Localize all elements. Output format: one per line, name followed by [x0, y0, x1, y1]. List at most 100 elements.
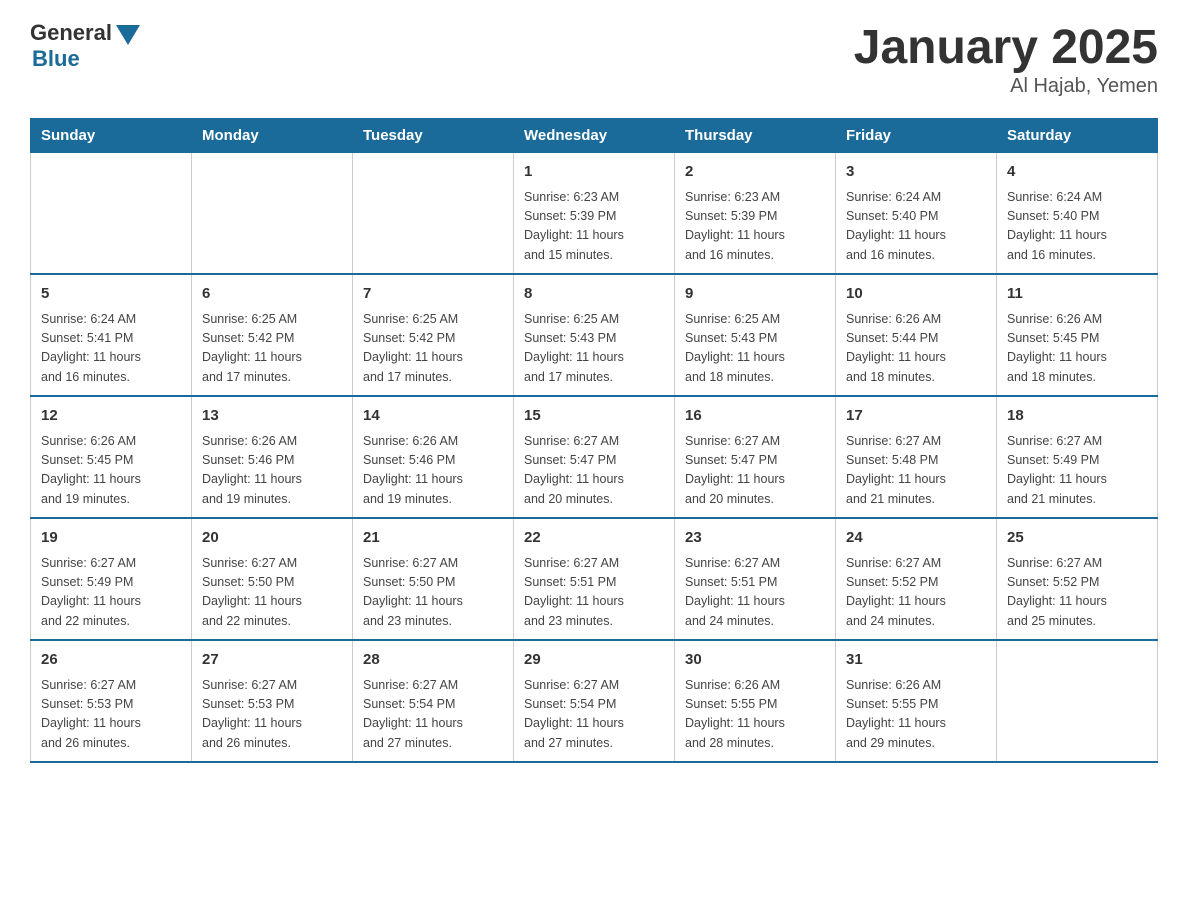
day-info: Sunrise: 6:27 AM Sunset: 5:47 PM Dayligh…	[524, 432, 664, 510]
day-info: Sunrise: 6:27 AM Sunset: 5:51 PM Dayligh…	[524, 554, 664, 632]
calendar-day-cell: 13Sunrise: 6:26 AM Sunset: 5:46 PM Dayli…	[192, 396, 353, 518]
calendar-week-row: 26 Sunrise: 6:27 AM Sunset: 5:53 PM Dayli…	[31, 640, 1158, 762]
day-number: 20	[202, 527, 342, 550]
calendar-day-cell: 30Sunrise: 6:26 AM Sunset: 5:55 PM Dayli…	[675, 640, 836, 762]
calendar-day-cell: 26Sunrise: 6:27 AM Sunset: 5:53 PM Dayli…	[31, 640, 192, 762]
calendar-day-cell: 25 Sunrise: 6:27 AM Sunset: 5:52 PM Dayli…	[997, 518, 1158, 640]
day-info: Sunrise: 6:27 AM Sunset: 5:50 PM Dayligh…	[363, 554, 503, 632]
day-number: 29	[524, 649, 664, 672]
day-info: Sunrise: 6:27 AM Sunset: 5:49 PM Dayligh…	[1007, 432, 1147, 510]
day-info: Sunrise: 6:27 AM Sunset: 5:53 PM Dayligh…	[202, 676, 342, 754]
day-number: 4	[1007, 161, 1147, 184]
day-number: 9	[685, 283, 825, 306]
calendar-day-cell: 20 Sunrise: 6:27 AM Sunset: 5:50 PM Dayli…	[192, 518, 353, 640]
logo-blue-text: Blue	[32, 46, 80, 72]
day-of-week-header: Wednesday	[514, 119, 675, 153]
calendar-day-cell: 14 Sunrise: 6:26 AM Sunset: 5:46 PM Dayli…	[353, 396, 514, 518]
calendar-day-cell: 6 Sunrise: 6:25 AM Sunset: 5:42 PM Daylig…	[192, 274, 353, 396]
calendar-day-cell: 10Sunrise: 6:26 AM Sunset: 5:44 PM Dayli…	[836, 274, 997, 396]
day-number: 16	[685, 405, 825, 428]
day-of-week-header: Saturday	[997, 119, 1158, 153]
day-info: Sunrise: 6:25 AM Sunset: 5:42 PM Dayligh…	[202, 310, 342, 388]
day-number: 25	[1007, 527, 1147, 550]
calendar-subtitle: Al Hajab, Yemen	[854, 75, 1158, 98]
calendar-day-cell: 11 Sunrise: 6:26 AM Sunset: 5:45 PM Dayli…	[997, 274, 1158, 396]
day-number: 19	[41, 527, 181, 550]
calendar-week-row: 12 Sunrise: 6:26 AM Sunset: 5:45 PM Dayli…	[31, 396, 1158, 518]
day-info: Sunrise: 6:27 AM Sunset: 5:49 PM Dayligh…	[41, 554, 181, 632]
day-info: Sunrise: 6:27 AM Sunset: 5:52 PM Dayligh…	[846, 554, 986, 632]
day-number: 26	[41, 649, 181, 672]
day-number: 24	[846, 527, 986, 550]
day-number: 17	[846, 405, 986, 428]
day-info: Sunrise: 6:27 AM Sunset: 5:51 PM Dayligh…	[685, 554, 825, 632]
logo-arrow-icon	[116, 25, 140, 45]
day-number: 14	[363, 405, 503, 428]
day-of-week-header: Tuesday	[353, 119, 514, 153]
calendar-day-cell: 29 Sunrise: 6:27 AM Sunset: 5:54 PM Dayli…	[514, 640, 675, 762]
calendar-week-row: 1 Sunrise: 6:23 AM Sunset: 5:39 PM Daylig…	[31, 153, 1158, 275]
day-number: 27	[202, 649, 342, 672]
day-number: 13	[202, 405, 342, 428]
day-info: Sunrise: 6:25 AM Sunset: 5:43 PM Dayligh…	[685, 310, 825, 388]
calendar-week-row: 19 Sunrise: 6:27 AM Sunset: 5:49 PM Dayli…	[31, 518, 1158, 640]
day-number: 22	[524, 527, 664, 550]
calendar-day-cell: 23 Sunrise: 6:27 AM Sunset: 5:51 PM Dayli…	[675, 518, 836, 640]
title-section: January 2025 Al Hajab, Yemen	[854, 20, 1158, 98]
calendar-header-row: SundayMondayTuesdayWednesdayThursdayFrid…	[31, 119, 1158, 153]
day-number: 7	[363, 283, 503, 306]
calendar-day-cell: 1 Sunrise: 6:23 AM Sunset: 5:39 PM Daylig…	[514, 153, 675, 275]
calendar-day-cell: 3 Sunrise: 6:24 AM Sunset: 5:40 PM Daylig…	[836, 153, 997, 275]
day-of-week-header: Thursday	[675, 119, 836, 153]
day-number: 11	[1007, 283, 1147, 306]
day-info: Sunrise: 6:27 AM Sunset: 5:50 PM Dayligh…	[202, 554, 342, 632]
calendar-day-cell: 22 Sunrise: 6:27 AM Sunset: 5:51 PM Dayli…	[514, 518, 675, 640]
calendar-day-cell: 9 Sunrise: 6:25 AM Sunset: 5:43 PM Daylig…	[675, 274, 836, 396]
calendar-day-cell	[353, 153, 514, 275]
day-number: 2	[685, 161, 825, 184]
day-info: Sunrise: 6:27 AM Sunset: 5:54 PM Dayligh…	[524, 676, 664, 754]
day-info: Sunrise: 6:25 AM Sunset: 5:42 PM Dayligh…	[363, 310, 503, 388]
day-number: 5	[41, 283, 181, 306]
calendar-table: SundayMondayTuesdayWednesdayThursdayFrid…	[30, 118, 1158, 763]
day-info: Sunrise: 6:27 AM Sunset: 5:47 PM Dayligh…	[685, 432, 825, 510]
day-info: Sunrise: 6:26 AM Sunset: 5:55 PM Dayligh…	[685, 676, 825, 754]
day-number: 3	[846, 161, 986, 184]
day-of-week-header: Sunday	[31, 119, 192, 153]
calendar-day-cell: 2 Sunrise: 6:23 AM Sunset: 5:39 PM Daylig…	[675, 153, 836, 275]
day-info: Sunrise: 6:25 AM Sunset: 5:43 PM Dayligh…	[524, 310, 664, 388]
day-info: Sunrise: 6:24 AM Sunset: 5:40 PM Dayligh…	[846, 188, 986, 266]
day-info: Sunrise: 6:27 AM Sunset: 5:54 PM Dayligh…	[363, 676, 503, 754]
day-of-week-header: Friday	[836, 119, 997, 153]
day-number: 18	[1007, 405, 1147, 428]
calendar-day-cell: 18 Sunrise: 6:27 AM Sunset: 5:49 PM Dayli…	[997, 396, 1158, 518]
calendar-title: January 2025	[854, 20, 1158, 75]
calendar-day-cell: 31Sunrise: 6:26 AM Sunset: 5:55 PM Dayli…	[836, 640, 997, 762]
day-number: 21	[363, 527, 503, 550]
day-info: Sunrise: 6:23 AM Sunset: 5:39 PM Dayligh…	[685, 188, 825, 266]
day-number: 1	[524, 161, 664, 184]
day-number: 6	[202, 283, 342, 306]
logo: General Blue	[30, 20, 140, 72]
calendar-day-cell: 16 Sunrise: 6:27 AM Sunset: 5:47 PM Dayli…	[675, 396, 836, 518]
day-info: Sunrise: 6:27 AM Sunset: 5:48 PM Dayligh…	[846, 432, 986, 510]
calendar-day-cell: 12 Sunrise: 6:26 AM Sunset: 5:45 PM Dayli…	[31, 396, 192, 518]
calendar-day-cell	[997, 640, 1158, 762]
day-info: Sunrise: 6:23 AM Sunset: 5:39 PM Dayligh…	[524, 188, 664, 266]
day-info: Sunrise: 6:27 AM Sunset: 5:52 PM Dayligh…	[1007, 554, 1147, 632]
day-info: Sunrise: 6:26 AM Sunset: 5:44 PM Dayligh…	[846, 310, 986, 388]
calendar-day-cell: 27 Sunrise: 6:27 AM Sunset: 5:53 PM Dayli…	[192, 640, 353, 762]
calendar-day-cell: 24 Sunrise: 6:27 AM Sunset: 5:52 PM Dayli…	[836, 518, 997, 640]
calendar-day-cell: 8Sunrise: 6:25 AM Sunset: 5:43 PM Daylig…	[514, 274, 675, 396]
day-number: 28	[363, 649, 503, 672]
day-info: Sunrise: 6:26 AM Sunset: 5:45 PM Dayligh…	[1007, 310, 1147, 388]
calendar-week-row: 5Sunrise: 6:24 AM Sunset: 5:41 PM Daylig…	[31, 274, 1158, 396]
day-info: Sunrise: 6:26 AM Sunset: 5:45 PM Dayligh…	[41, 432, 181, 510]
day-number: 31	[846, 649, 986, 672]
calendar-day-cell: 7 Sunrise: 6:25 AM Sunset: 5:42 PM Daylig…	[353, 274, 514, 396]
calendar-day-cell: 19 Sunrise: 6:27 AM Sunset: 5:49 PM Dayli…	[31, 518, 192, 640]
day-number: 23	[685, 527, 825, 550]
day-number: 12	[41, 405, 181, 428]
day-info: Sunrise: 6:26 AM Sunset: 5:46 PM Dayligh…	[363, 432, 503, 510]
calendar-day-cell	[192, 153, 353, 275]
